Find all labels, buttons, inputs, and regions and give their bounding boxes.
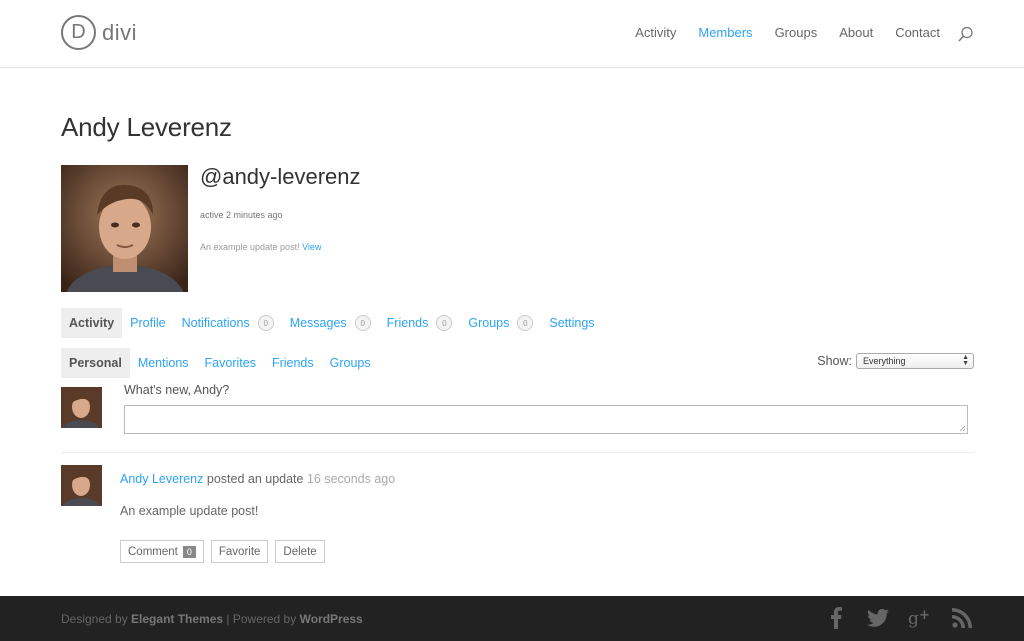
profile-tabs: Activity Profile Notifications 0 Messages…	[61, 308, 603, 338]
site-footer: Designed by Elegant Themes | Powered by …	[0, 596, 1024, 641]
tab-profile[interactable]: Profile	[122, 308, 173, 338]
wordpress-link[interactable]: WordPress	[300, 612, 363, 626]
profile-meta: @andy-leverenz active 2 minutes ago An e…	[200, 164, 361, 252]
tab-groups[interactable]: Groups 0	[460, 308, 541, 338]
svg-text:g: g	[908, 609, 919, 628]
tab-notifications[interactable]: Notifications 0	[174, 308, 282, 338]
friends-count: 0	[436, 315, 453, 331]
last-active: active 2 minutes ago	[200, 210, 283, 220]
groups-count: 0	[517, 315, 534, 331]
latest-update-text: An example update post!	[200, 242, 300, 252]
whats-new-textarea[interactable]	[124, 405, 968, 434]
subtab-mentions[interactable]: Mentions	[130, 348, 197, 378]
nav-activity[interactable]: Activity	[635, 25, 676, 40]
notifications-count: 0	[257, 315, 274, 331]
search-icon[interactable]	[958, 26, 974, 42]
main-nav: Activity Members Groups About Contact	[635, 25, 940, 40]
latest-update: An example update post! View	[200, 242, 361, 252]
filter-select[interactable]: Everything ▲ ▼	[856, 353, 974, 369]
tab-messages[interactable]: Messages 0	[282, 308, 379, 338]
filter-label: Show:	[817, 354, 852, 368]
google-plus-icon[interactable]: g +	[908, 606, 932, 630]
rss-icon[interactable]	[950, 606, 974, 630]
subtab-favorites[interactable]: Favorites	[197, 348, 264, 378]
logo-mark: D	[61, 15, 96, 50]
filter-selected-value: Everything	[863, 356, 906, 366]
activity-avatar[interactable]	[61, 465, 102, 506]
activity-action: posted an update	[203, 472, 307, 486]
comment-count: 0	[182, 545, 196, 558]
divider	[61, 452, 974, 453]
profile-avatar[interactable]	[61, 165, 188, 292]
svg-text:+: +	[919, 608, 930, 623]
nav-members[interactable]: Members	[698, 25, 752, 40]
subtab-personal[interactable]: Personal	[61, 348, 130, 378]
select-arrows-icon: ▲ ▼	[962, 354, 969, 367]
activity-time[interactable]: 16 seconds ago	[307, 472, 395, 486]
messages-count: 0	[354, 315, 371, 331]
subtab-groups[interactable]: Groups	[322, 348, 379, 378]
tab-settings[interactable]: Settings	[541, 308, 602, 338]
nav-groups[interactable]: Groups	[775, 25, 818, 40]
subtab-friends[interactable]: Friends	[264, 348, 322, 378]
activity-header: Andy Leverenz posted an update 16 second…	[120, 472, 395, 486]
activity-actions: Comment 0 Favorite Delete	[120, 540, 325, 563]
resize-grip-icon[interactable]	[959, 425, 966, 432]
activity-body: An example update post!	[120, 504, 259, 518]
page-title: Andy Leverenz	[61, 112, 232, 142]
logo-text: divi	[102, 19, 138, 45]
nav-contact[interactable]: Contact	[895, 25, 940, 40]
footer-credits: Designed by Elegant Themes | Powered by …	[61, 612, 363, 626]
activity-author-link[interactable]: Andy Leverenz	[120, 472, 203, 486]
delete-button[interactable]: Delete	[275, 540, 325, 563]
tab-activity[interactable]: Activity	[61, 308, 123, 338]
activity-subtabs: Personal Mentions Favorites Friends Grou…	[61, 348, 379, 378]
post-form-avatar[interactable]	[61, 387, 102, 428]
nav-about[interactable]: About	[839, 25, 873, 40]
latest-update-view-link[interactable]: View	[302, 242, 321, 252]
tab-friends[interactable]: Friends 0	[379, 308, 461, 338]
site-header: D divi Activity Members Groups About Con…	[0, 0, 1024, 68]
favorite-button[interactable]: Favorite	[210, 540, 269, 563]
activity-filter: Show: Everything ▲ ▼	[817, 353, 974, 369]
profile-handle: @andy-leverenz	[200, 164, 361, 189]
social-links: g +	[824, 606, 974, 630]
twitter-icon[interactable]	[866, 606, 890, 630]
logo[interactable]: D divi	[61, 15, 137, 50]
comment-button[interactable]: Comment 0	[120, 540, 204, 563]
designer-link[interactable]: Elegant Themes	[131, 612, 223, 626]
facebook-icon[interactable]	[824, 606, 848, 630]
post-form-prompt: What's new, Andy?	[124, 383, 230, 397]
